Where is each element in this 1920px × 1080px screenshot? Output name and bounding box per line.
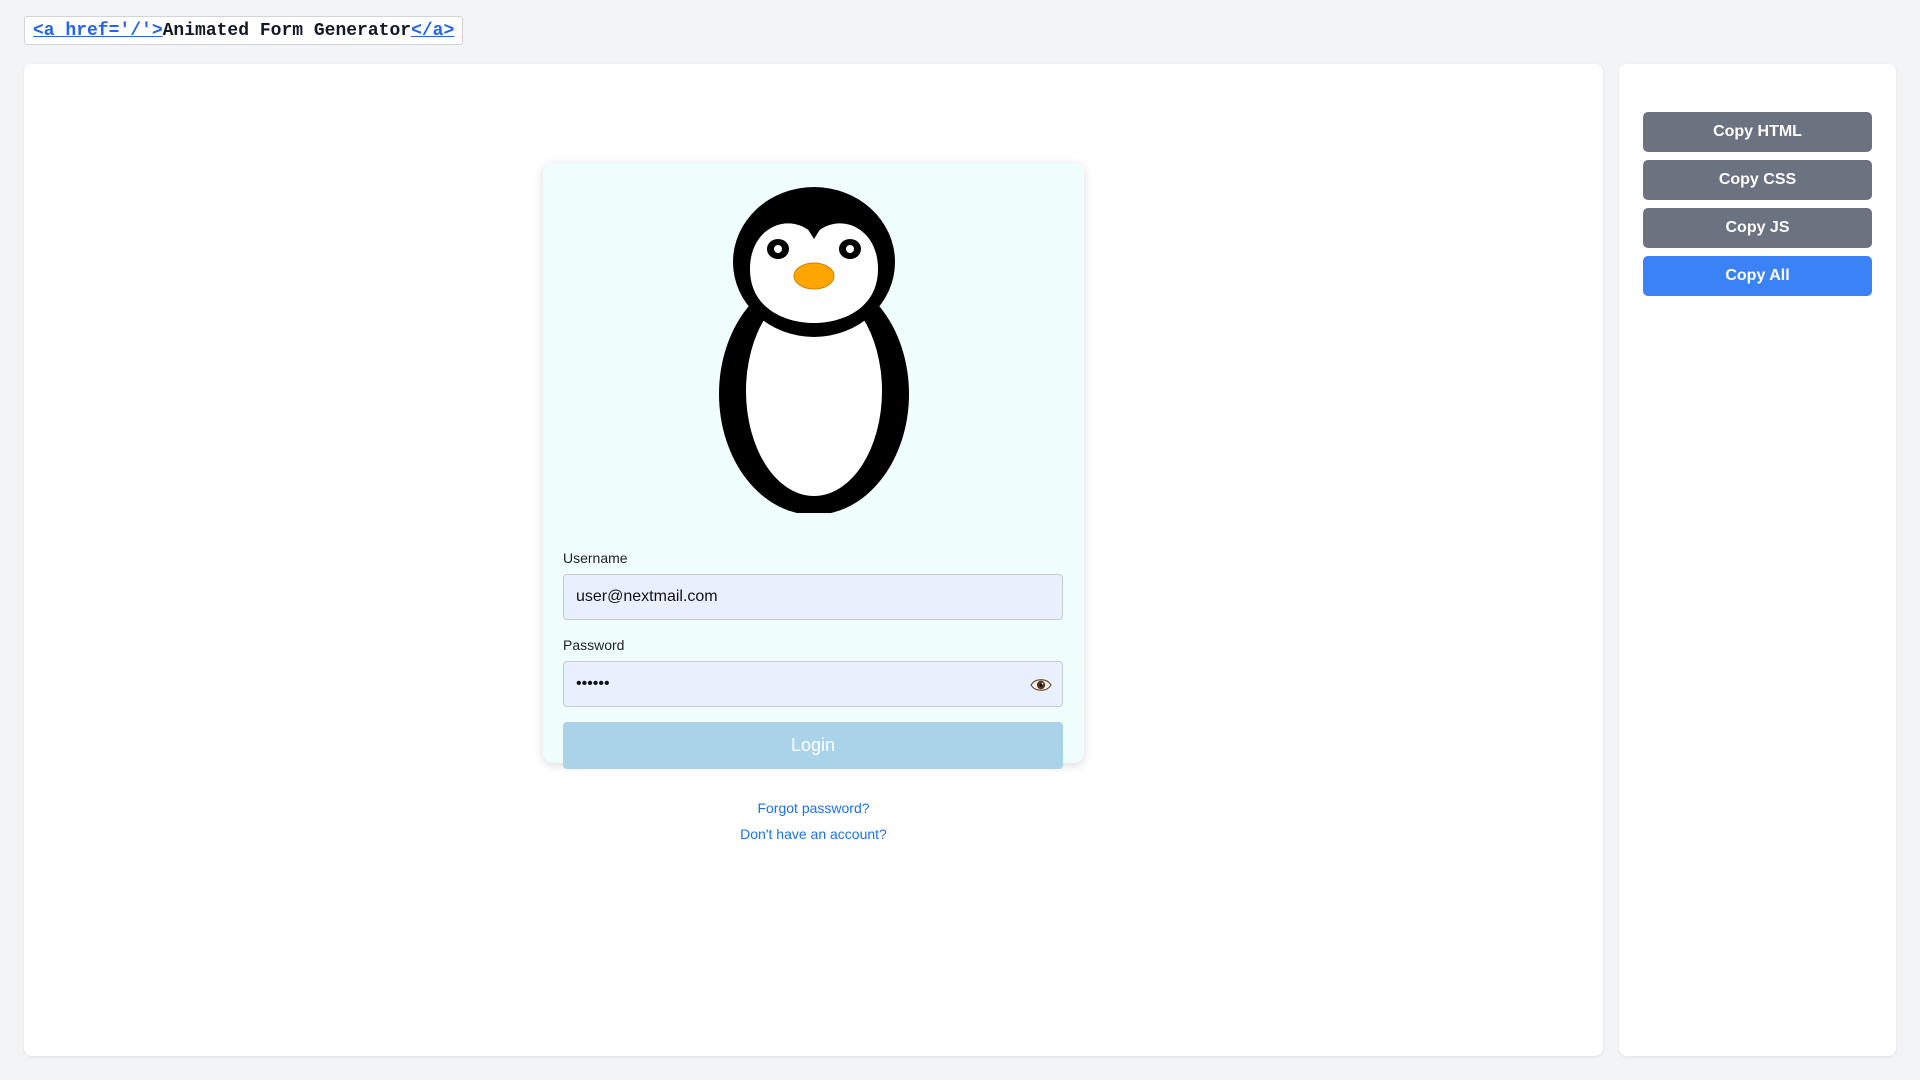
app-title[interactable]: Animated Form Generator — [163, 21, 411, 41]
copy-html-button[interactable]: Copy HTML — [1643, 112, 1872, 152]
close-tag-text[interactable]: </a> — [411, 21, 454, 41]
password-input[interactable]: •••••• — [563, 661, 1063, 707]
home-link[interactable]: <a href='/'> Animated Form Generator </a> — [24, 16, 464, 45]
signup-link[interactable]: Don't have an account? — [543, 826, 1084, 842]
open-tag-text[interactable]: <a href='/'> — [33, 21, 163, 41]
login-button[interactable]: Login — [563, 722, 1063, 769]
eye-icon[interactable] — [1030, 675, 1052, 695]
penguin-icon — [718, 183, 910, 513]
copy-panel: Copy HTML Copy CSS Copy JS Copy All — [1619, 64, 1896, 1056]
password-value: •••••• — [576, 675, 610, 692]
copy-all-button[interactable]: Copy All — [1643, 256, 1872, 296]
copy-js-button[interactable]: Copy JS — [1643, 208, 1872, 248]
username-label: Username — [563, 550, 628, 566]
password-label: Password — [563, 637, 625, 653]
forgot-password-link[interactable]: Forgot password? — [543, 800, 1084, 816]
copy-css-button[interactable]: Copy CSS — [1643, 160, 1872, 200]
login-card: Username user@nextmail.com Password ••••… — [543, 163, 1084, 842]
preview-panel: Username user@nextmail.com Password ••••… — [24, 64, 1603, 1056]
username-input[interactable]: user@nextmail.com — [563, 574, 1063, 620]
